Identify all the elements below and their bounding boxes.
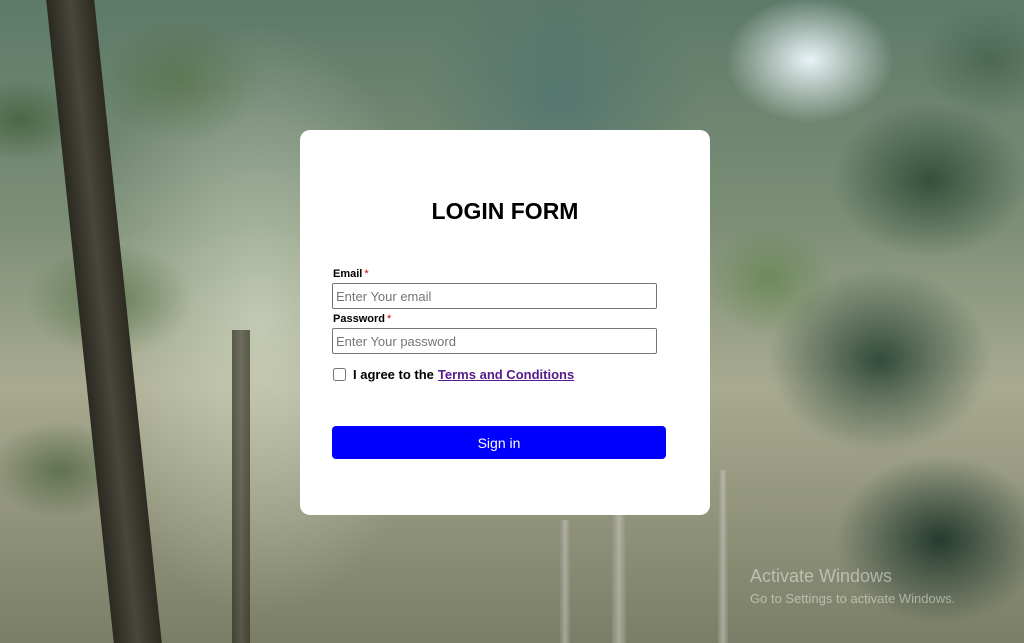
email-label-text: Email — [333, 268, 363, 280]
sign-in-button[interactable]: Sign in — [332, 426, 666, 459]
terms-agreement: I agree to the Terms and Conditions — [332, 367, 666, 382]
terms-link[interactable]: Terms and Conditions — [438, 367, 574, 382]
password-label: Password * — [333, 313, 666, 325]
watermark-line-1: Activate Windows — [750, 566, 893, 586]
tree-trunk — [612, 500, 626, 643]
password-label-text: Password — [333, 313, 385, 325]
required-mark: * — [364, 268, 369, 280]
email-input[interactable] — [332, 283, 657, 309]
tree-trunk — [232, 330, 250, 643]
tree-trunk — [560, 520, 570, 643]
login-form-title: LOGIN FORM — [431, 198, 579, 224]
tree-trunk — [718, 470, 728, 643]
agree-text: I agree to the — [353, 367, 434, 382]
email-group: Email * — [332, 268, 666, 309]
activate-windows-watermark: Activate Windows Go to Settings to activ… — [750, 566, 955, 606]
foliage-right — [690, 0, 1024, 643]
password-group: Password * — [332, 313, 666, 354]
terms-checkbox[interactable] — [333, 368, 346, 381]
required-mark: * — [386, 313, 392, 325]
login-form: Email* Password* I agree to the Terms an… — [332, 268, 666, 382]
password-input[interactable] — [332, 328, 657, 354]
watermark-line-2: Go to Settings to activate Windows. — [750, 591, 956, 606]
email-label: Email * — [333, 268, 666, 280]
